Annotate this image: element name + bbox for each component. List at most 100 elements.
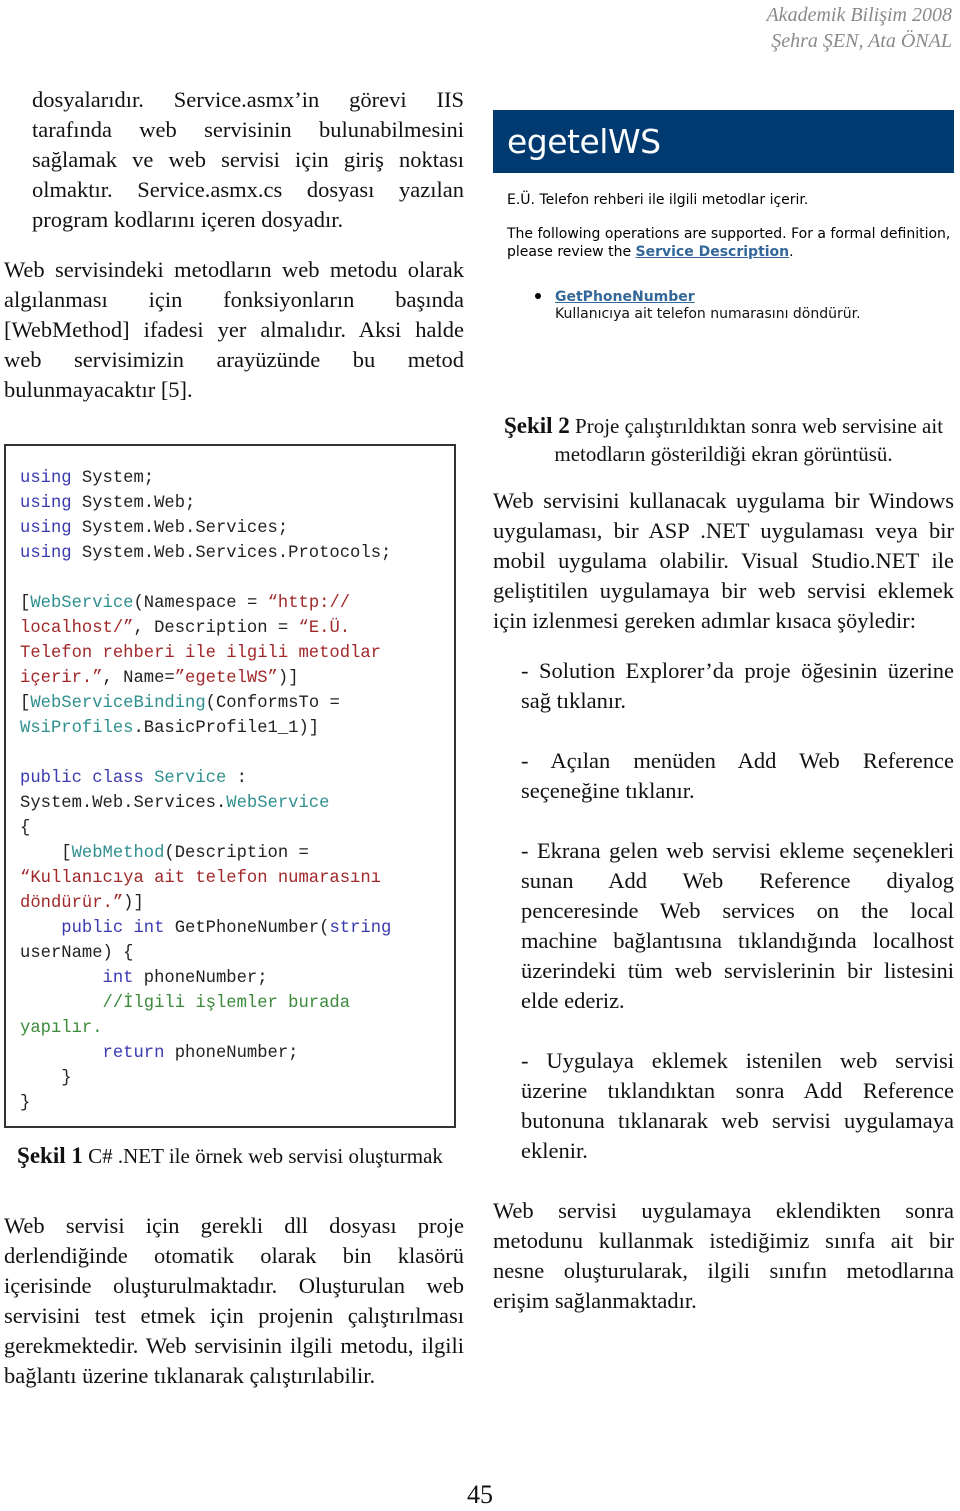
code-token: “http://: [267, 594, 351, 613]
code-token: “E.Ü.: [298, 619, 351, 638]
code-token: System.Web.Services.Protocols;: [71, 544, 392, 563]
operations-intro-period: .: [789, 244, 794, 260]
code-token: , Name=: [102, 669, 175, 688]
code-token: localhost/”: [20, 619, 134, 638]
operations-intro: The following operations are supported. …: [493, 225, 954, 261]
code-token: WebService: [30, 594, 134, 613]
code-token: .BasicProfile1_1)]: [133, 719, 320, 738]
code-token: (ConformsTo =: [205, 694, 340, 713]
code-token: Telefon rehberi ile ilgili metodlar: [20, 644, 381, 663]
left-bottom-text: Web servisi için gerekli dll dosyası pro…: [4, 1211, 464, 1391]
operation-item: GetPhoneNumber Kullanıcıya ait telefon n…: [531, 289, 954, 323]
code-token: int: [20, 969, 134, 988]
conference-name: Akademik Bilişim 2008: [766, 4, 952, 26]
code-line: WsiProfiles.BasicProfile1_1)]: [20, 719, 319, 738]
step-item: - Ekrana gelen web servisi ekleme seçene…: [521, 838, 954, 1013]
service-description: E.Ü. Telefon rehberi ile ilgili metodlar…: [507, 192, 809, 208]
paragraph-webmethod: Web servisindeki metodların web metodu o…: [4, 257, 464, 402]
step-item: - Uygulaya eklemek istenilen web servisi…: [521, 1048, 954, 1163]
operation-link-getphonenumber[interactable]: GetPhoneNumber: [555, 289, 695, 305]
code-line: {: [20, 819, 30, 838]
code-line: içerir.”, Name=”egetelWS”)]: [20, 669, 299, 688]
code-line: int phoneNumber;: [20, 969, 268, 988]
code-token: GetPhoneNumber(: [164, 919, 330, 938]
code-token: [: [20, 594, 31, 613]
code-line: [WebMethod(Description =: [20, 844, 309, 863]
page-number: 45: [467, 1480, 493, 1509]
operations-list: GetPhoneNumber Kullanıcıya ait telefon n…: [493, 289, 954, 323]
code-token: :: [226, 769, 247, 788]
code-token: )]: [123, 894, 144, 913]
code-line: userName) {: [20, 944, 133, 963]
code-line: return phoneNumber;: [20, 1044, 299, 1063]
code-line: public class Service :: [20, 769, 247, 788]
figure-2-caption-text: Proje çalıştırıldıktan sonra web servisi…: [554, 414, 944, 466]
figure-2-caption: Şekil 2 Proje çalıştırıldıktan sonra web…: [493, 412, 954, 468]
code-line: }: [20, 1069, 72, 1088]
code-token: System.Web.Services;: [71, 519, 289, 538]
code-token: public class: [20, 769, 144, 788]
code-token: içerir.”: [20, 669, 103, 688]
code-line: döndürür.”)]: [20, 894, 144, 913]
code-token: WebService: [226, 794, 330, 813]
code-token: public int: [20, 919, 165, 938]
author-names: Şehra ŞEN, Ata ÖNAL: [771, 30, 952, 52]
code-line: localhost/”, Description = “E.Ü.: [20, 619, 350, 638]
code-token: )]: [277, 669, 299, 688]
code-token: “Kullanıcıya ait telefon numarasını: [20, 869, 381, 888]
operation-description: Kullanıcıya ait telefon numarasını döndü…: [555, 306, 861, 322]
code-token: döndürür.”: [20, 894, 124, 913]
code-token: , Description =: [133, 619, 299, 638]
code-token: //İlgili işlemler burada: [20, 994, 351, 1013]
csharp-code: using System; using System.Web; using Sy…: [20, 466, 391, 1116]
code-line: yapılır.: [20, 1019, 103, 1038]
code-line: “Kullanıcıya ait telefon numarasını: [20, 869, 381, 888]
figure-2-label: Şekil 2: [503, 413, 570, 438]
code-token: System.Web.Services.: [20, 794, 227, 813]
step-item: - Solution Explorer’da proje öğesinin üz…: [521, 658, 954, 713]
paragraph-usage: Web servisi uygulamaya eklendikten sonra…: [493, 1198, 954, 1313]
code-token: yapılır.: [20, 1019, 103, 1038]
paragraph-client-apps: Web servisini kullanacak uygulama bir Wi…: [493, 488, 954, 633]
code-token: }: [20, 1094, 31, 1113]
code-token: using: [20, 544, 72, 563]
code-token: using: [20, 469, 72, 488]
paragraph-dll: Web servisi için gerekli dll dosyası pro…: [4, 1213, 464, 1388]
running-header: Akademik Bilişim 2008 Şehra ŞEN, Ata ÖNA…: [766, 2, 952, 54]
right-column: egetelWS E.Ü. Telefon rehberi ile ilgili…: [493, 110, 954, 1316]
paragraph-service-files: dosyalarıdır. Service.asmx’in görevi IIS…: [32, 87, 464, 232]
code-token: phoneNumber;: [164, 1044, 299, 1063]
code-token: WsiProfiles: [20, 719, 134, 738]
code-token: Service: [154, 769, 227, 788]
code-token: System.Web;: [71, 494, 196, 513]
bullet-icon: [535, 293, 541, 299]
code-token: (Namespace =: [133, 594, 268, 613]
step-item: - Açılan menüden Add Web Reference seçen…: [521, 748, 954, 803]
figure-1-caption: Şekil 1 C# .NET ile örnek web servisi ol…: [4, 1142, 456, 1170]
code-token: ”egetelWS”: [174, 669, 278, 688]
code-line: using System;: [20, 469, 154, 488]
code-line: Telefon rehberi ile ilgili metodlar: [20, 644, 381, 663]
code-line: System.Web.Services.WebService: [20, 794, 329, 813]
code-listing-figure-1: using System; using System.Web; using Sy…: [4, 444, 456, 1128]
code-token: [: [20, 694, 31, 713]
code-token: [: [20, 844, 72, 863]
code-token: using: [20, 519, 72, 538]
code-token: phoneNumber;: [133, 969, 268, 988]
service-description-link[interactable]: Service Description: [636, 244, 790, 260]
code-token: using: [20, 494, 72, 513]
code-token: {: [20, 819, 31, 838]
code-token: }: [20, 1069, 72, 1088]
code-line: using System.Web;: [20, 494, 195, 513]
figure-1-caption-text: C# .NET ile örnek web servisi oluşturmak: [82, 1144, 443, 1168]
web-service-screenshot: egetelWS E.Ü. Telefon rehberi ile ilgili…: [493, 110, 954, 400]
code-line: //İlgili işlemler burada: [20, 994, 351, 1013]
code-line: [WebServiceBinding(ConformsTo =: [20, 694, 340, 713]
service-title-banner: egetelWS: [493, 110, 954, 173]
code-line: [WebService(Namespace = “http://: [20, 594, 350, 613]
code-token: WebServiceBinding: [30, 694, 206, 713]
code-token: System;: [71, 469, 155, 488]
code-line: public int GetPhoneNumber(string: [20, 919, 391, 938]
code-token: (Description =: [164, 844, 309, 863]
